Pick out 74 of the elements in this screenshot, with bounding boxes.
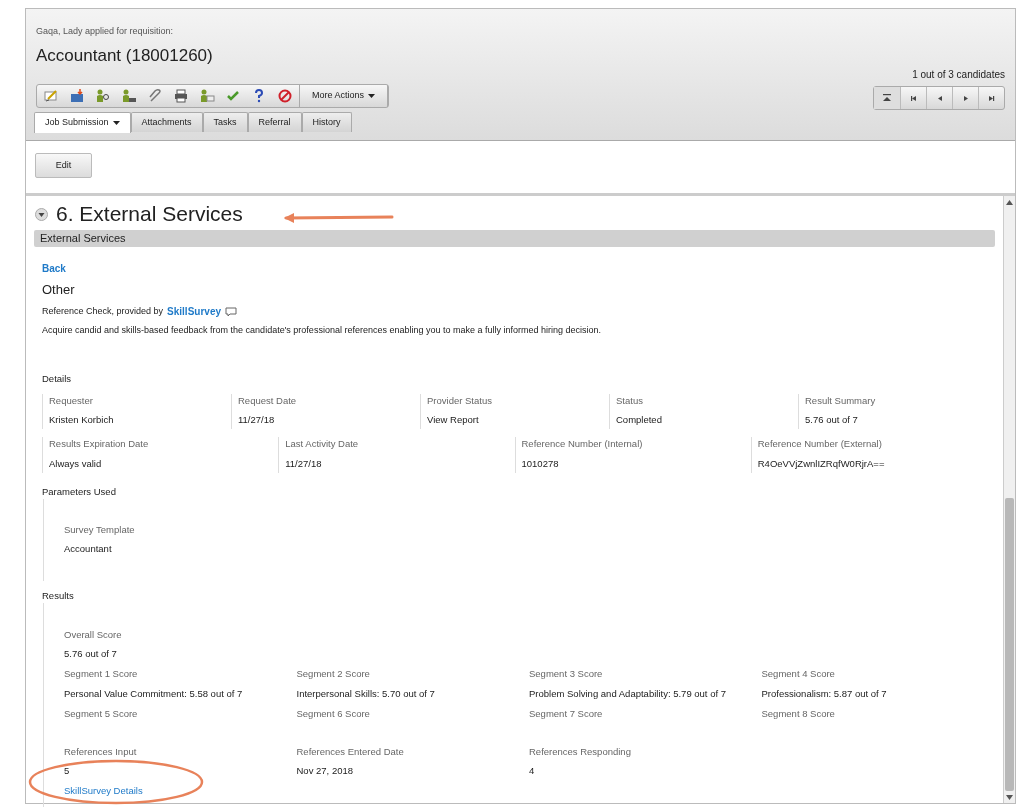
tab[interactable]: Attachments (130, 112, 203, 132)
more-actions-button[interactable]: More Actions (300, 85, 389, 107)
field-label: Request Date (238, 393, 298, 408)
field-label: Reference Number (Internal) (521, 437, 644, 452)
description-text: Acquire candid and skills-based feedback from the candidate's professional references enabling you to make a fully informed hiring decision. (42, 324, 603, 337)
field-value: Personal Value Commitment: 5.58 out of 7 (64, 686, 244, 701)
caret-icon (368, 94, 376, 98)
field-label: Provider Status (427, 393, 493, 408)
field-value: Nov 27, 2018 (296, 764, 354, 779)
context-label: Gaqa, Lady applied for requisition: (36, 25, 175, 38)
field-label: References Entered Date (296, 745, 405, 759)
field-label: Segment 6 Score (296, 706, 371, 721)
tab[interactable]: Tasks (202, 112, 248, 132)
field-value: R4OeVVjZwnlIZRqfW0RjrA== (757, 456, 886, 471)
field-label: Requester (49, 393, 94, 408)
field-value: Accountant (64, 542, 113, 557)
field-label: Segment 1 Score (64, 667, 139, 682)
group-label: Details (42, 371, 73, 386)
field-value: 1010278 (521, 456, 560, 471)
field-value: 5 (64, 764, 71, 779)
field-label: Results Expiration Date (49, 437, 150, 452)
field-label: Segment 5 Score (64, 706, 139, 721)
field-label: Result Summary (805, 393, 877, 408)
first-page-button[interactable] (874, 87, 900, 109)
field-value: 5.76 out of 7 (64, 647, 118, 661)
provider-label: Reference Check, provided by (42, 304, 164, 318)
field-value: Completed (616, 413, 663, 427)
group-label: Parameters Used (42, 484, 117, 499)
scrollbar[interactable] (1003, 196, 1015, 803)
field-label: Segment 7 Score (529, 706, 604, 721)
folder-icon[interactable] (69, 88, 85, 104)
collapse-toggle-icon[interactable] (34, 207, 48, 221)
scroll-up-icon[interactable] (1006, 199, 1013, 205)
edit-button[interactable]: Edit (35, 153, 92, 179)
field-value: Professionalism: 5.87 out of 7 (761, 686, 888, 701)
field-label: Status (616, 393, 644, 408)
field-label: References Input (64, 745, 138, 759)
field-label: Segment 4 Score (761, 667, 836, 682)
group-label: Results (42, 588, 75, 603)
field-value: Kristen Korbich (49, 413, 115, 427)
subsection-header: External Services (40, 231, 126, 246)
field-label: Overall Score (64, 627, 123, 642)
paperclip-icon[interactable] (147, 88, 163, 104)
details-link[interactable]: SkillSurvey Details (64, 783, 143, 798)
field-value: 11/27/18 (285, 456, 323, 471)
comment-icon[interactable] (225, 306, 237, 317)
tab[interactable]: Referral (247, 112, 302, 132)
field-label: Segment 3 Score (529, 667, 604, 682)
tab[interactable]: History (301, 112, 352, 132)
field-label: References Responding (529, 745, 632, 759)
field-value: 11/27/18 (238, 413, 276, 427)
person-icon[interactable] (121, 88, 137, 104)
back-link[interactable]: Back (42, 260, 66, 276)
page-title: Accountant (18001260) (36, 44, 213, 67)
field-label: Segment 8 Score (761, 706, 836, 721)
field-value: View Report (427, 413, 480, 427)
first-page-icon (880, 92, 894, 104)
category-heading: Other (42, 280, 76, 299)
section-title: 6. External Services (56, 201, 243, 228)
field-value: 5.76 out of 7 (805, 413, 859, 427)
field-value: Interpersonal Skills: 5.70 out of 7 (296, 686, 436, 701)
field-label: Reference Number (External) (757, 437, 883, 452)
field-label: Segment 2 Score (296, 667, 371, 682)
printer-icon[interactable] (173, 88, 189, 104)
field-value: Problem Solving and Adaptability: 5.79 out of 7 (529, 686, 727, 701)
no-entry-icon[interactable] (277, 88, 293, 104)
field-value: 4 (529, 764, 536, 779)
scroll-down-icon[interactable] (1006, 794, 1013, 800)
field-label: Survey Template (64, 523, 136, 537)
tab[interactable]: Job Submission (34, 112, 131, 133)
provider-link[interactable]: SkillSurvey (167, 304, 221, 319)
candidate-counter: 1 out of 3 candidates (912, 68, 1005, 82)
field-label: Last Activity Date (285, 437, 360, 452)
field-value: Always valid (49, 456, 103, 471)
